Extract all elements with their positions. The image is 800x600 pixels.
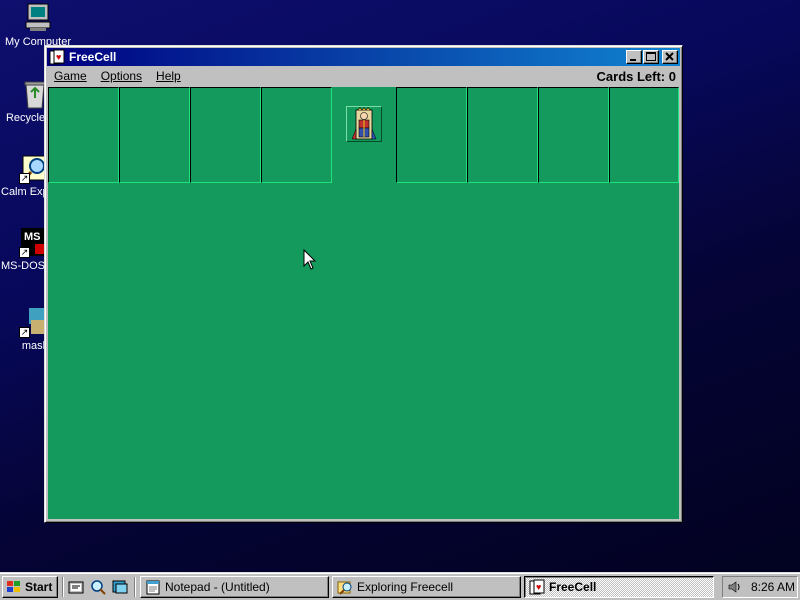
freecell-window[interactable]: ♥ FreeCell Game Options Help Cards Left:…	[44, 45, 683, 523]
task-label: Notepad - (Untitled)	[165, 580, 270, 594]
svg-text:♥: ♥	[536, 582, 541, 592]
menu-bar: Game Options Help Cards Left: 0	[47, 66, 680, 86]
cards-left-value: 0	[668, 69, 676, 84]
king-icon	[351, 107, 377, 140]
home-cell-2[interactable]	[467, 87, 538, 183]
home-cell-1[interactable]	[396, 87, 467, 183]
game-board[interactable]	[48, 87, 679, 519]
freecell-icon: ♥	[529, 579, 545, 595]
free-cell-1[interactable]	[48, 87, 119, 183]
cards-left-label: Cards Left:	[596, 69, 666, 84]
menu-options-label: Options	[100, 69, 143, 83]
king-indicator	[346, 106, 382, 142]
start-button[interactable]: Start	[2, 576, 58, 598]
maximize-button[interactable]	[643, 50, 659, 64]
mouse-cursor-icon	[303, 248, 317, 274]
home-cell-4[interactable]	[609, 87, 679, 183]
freecell-icon: ♥	[49, 49, 65, 65]
explorer-folder-icon	[337, 579, 353, 595]
channels-icon[interactable]	[112, 579, 128, 595]
cards-left-counter: Cards Left: 0	[597, 69, 676, 84]
task-label: FreeCell	[549, 580, 597, 594]
svg-text:♥: ♥	[56, 52, 61, 62]
free-cell-2[interactable]	[119, 87, 190, 183]
my-computer-icon	[22, 2, 54, 34]
notepad-icon	[145, 579, 161, 595]
minimize-button[interactable]	[626, 50, 642, 64]
windows-logo-icon	[6, 580, 22, 594]
task-button-exploring-freecell[interactable]: Exploring Freecell	[332, 576, 521, 598]
close-button[interactable]	[662, 50, 678, 64]
task-button-freecell[interactable]: ♥ FreeCell	[524, 576, 714, 598]
start-label: Start	[25, 580, 53, 594]
close-icon	[665, 52, 674, 61]
home-cell-3[interactable]	[538, 87, 609, 183]
free-cell-3[interactable]	[190, 87, 261, 183]
taskbar: Start Notepad - (Untitled) Exploring Fre…	[0, 572, 800, 600]
menu-game-label: Game	[54, 69, 87, 83]
window-title: FreeCell	[69, 50, 117, 64]
menu-options[interactable]: Options	[94, 69, 149, 83]
clock[interactable]: 8:26 AM	[751, 580, 795, 594]
menu-game[interactable]: Game	[47, 69, 94, 83]
task-button-notepad[interactable]: Notepad - (Untitled)	[140, 576, 329, 598]
minimize-icon	[630, 59, 636, 61]
task-label: Exploring Freecell	[357, 580, 454, 594]
menu-help[interactable]: Help	[149, 69, 188, 83]
desktop-icon-my-computer[interactable]: My Computer	[3, 2, 73, 48]
browser-icon[interactable]	[68, 579, 84, 595]
maximize-icon	[646, 52, 656, 61]
system-tray: 8:26 AM	[722, 576, 798, 598]
title-bar[interactable]: ♥ FreeCell	[47, 48, 680, 66]
svg-text:MS: MS	[24, 231, 41, 243]
speaker-icon[interactable]	[727, 579, 743, 595]
free-cell-4[interactable]	[261, 87, 332, 183]
menu-help-label: Help	[156, 69, 181, 83]
quick-launch-separator	[134, 577, 136, 597]
quick-launch-separator	[62, 577, 64, 597]
explorer-icon[interactable]	[90, 579, 106, 595]
